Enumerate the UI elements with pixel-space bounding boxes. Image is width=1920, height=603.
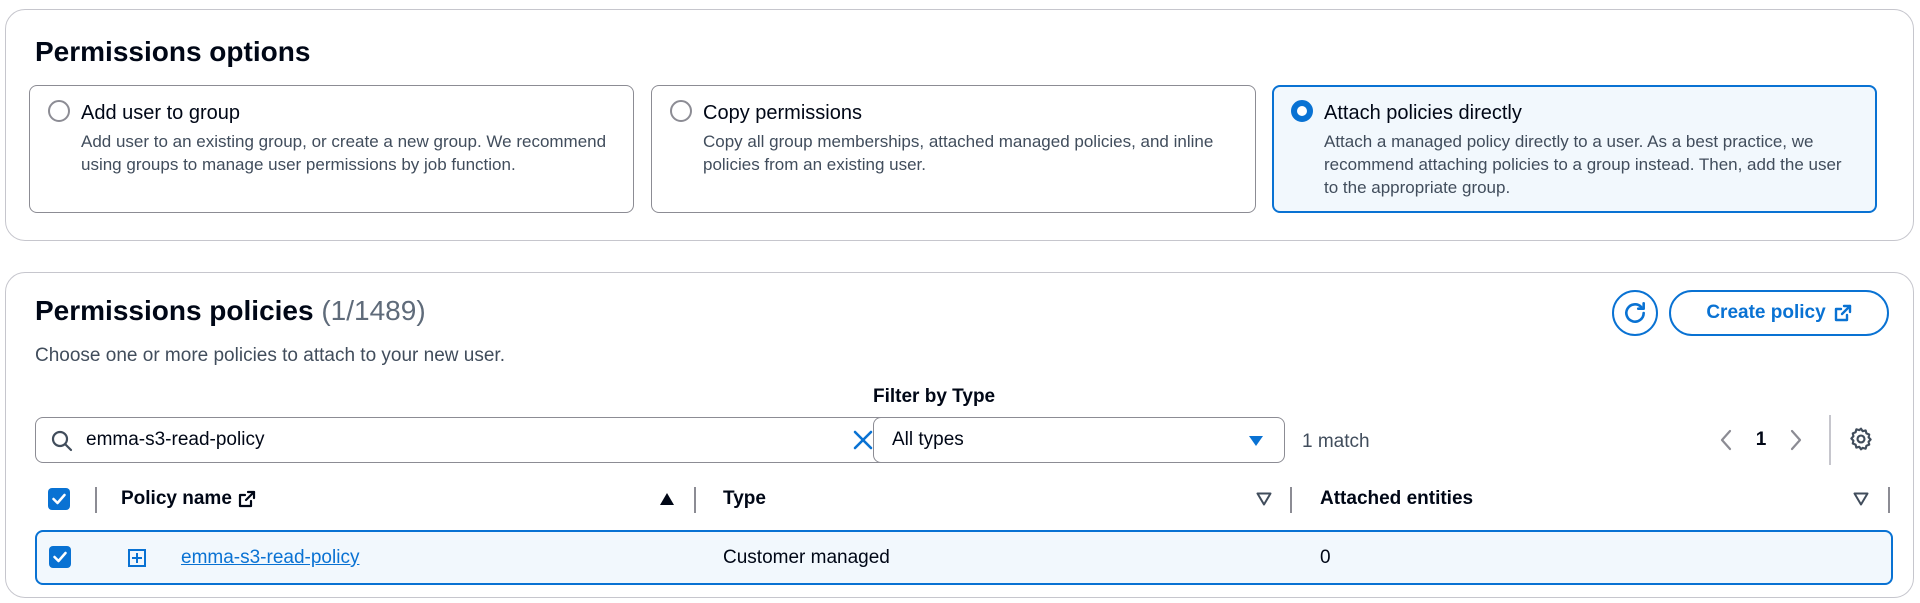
select-all-checkbox[interactable]: [48, 488, 70, 510]
gear-icon: [1850, 427, 1872, 451]
filter-by-type-label: Filter by Type: [873, 386, 996, 407]
column-divider: [1888, 487, 1890, 513]
column-divider: [95, 487, 97, 513]
sort-toggle-icon[interactable]: [1853, 492, 1869, 506]
permissions-policies-title: Permissions policies: [35, 295, 314, 326]
chevron-right-icon: [1790, 429, 1802, 451]
external-link-icon: [238, 490, 255, 508]
search-field[interactable]: [35, 417, 894, 463]
radio-copy-permissions[interactable]: [670, 100, 692, 122]
table-header: Policy name Type Attached entities: [35, 473, 1893, 525]
clear-icon[interactable]: [851, 428, 875, 452]
type-filter-select[interactable]: All types: [873, 417, 1285, 463]
attached-entities: 0: [1320, 547, 1331, 568]
preferences-button[interactable]: [1848, 426, 1874, 457]
column-header-type[interactable]: Type: [723, 488, 766, 510]
create-policy-label: Create policy: [1706, 302, 1826, 323]
create-policy-button[interactable]: Create policy: [1669, 290, 1889, 336]
option-copy-permissions[interactable]: Copy permissions Copy all group membersh…: [651, 85, 1256, 213]
search-icon: [51, 430, 73, 452]
refresh-icon: [1625, 301, 1645, 323]
option-description: Add user to an existing group, or create…: [81, 132, 607, 174]
option-title: Add user to group: [81, 102, 240, 124]
sort-toggle-icon[interactable]: [1256, 492, 1272, 506]
permissions-policies-heading: Permissions policies (1/1489): [35, 295, 426, 327]
policies-count: (1/1489): [321, 295, 426, 326]
option-description: Attach a managed policy directly to a us…: [1324, 132, 1842, 197]
option-add-user-to-group[interactable]: Add user to group Add user to an existin…: [29, 85, 634, 213]
sort-ascending-icon[interactable]: [659, 492, 675, 506]
option-attach-policies-directly[interactable]: Attach policies directly Attach a manage…: [1272, 85, 1877, 213]
checkmark-icon: [52, 493, 66, 505]
column-divider: [1290, 487, 1292, 513]
caret-down-icon: [1249, 436, 1263, 446]
page-number[interactable]: 1: [1741, 429, 1781, 451]
table-row[interactable]: emma-s3-read-policy Customer managed 0: [35, 530, 1893, 585]
external-link-icon: [1834, 304, 1851, 322]
previous-page-button[interactable]: [1711, 429, 1741, 451]
match-count: 1 match: [1302, 431, 1370, 452]
type-filter-value: All types: [892, 429, 964, 450]
chevron-left-icon: [1720, 429, 1732, 451]
next-page-button[interactable]: [1781, 429, 1811, 451]
expand-icon[interactable]: [127, 548, 147, 568]
policy-name-link[interactable]: emma-s3-read-policy: [181, 547, 359, 569]
checkmark-icon: [53, 551, 67, 563]
column-header-policy-name[interactable]: Policy name: [121, 488, 256, 510]
option-title: Copy permissions: [703, 102, 862, 124]
row-checkbox[interactable]: [49, 546, 71, 568]
permissions-policies-description: Choose one or more policies to attach to…: [35, 345, 505, 366]
option-description: Copy all group memberships, attached man…: [703, 132, 1214, 174]
column-divider: [694, 487, 696, 513]
column-header-attached-entities[interactable]: Attached entities: [1320, 488, 1473, 510]
pagination: 1: [1711, 420, 1811, 460]
policy-type: Customer managed: [723, 547, 890, 568]
permissions-options-heading: Permissions options: [35, 36, 311, 67]
option-title: Attach policies directly: [1324, 102, 1522, 124]
column-title: Policy name: [121, 488, 232, 509]
refresh-button[interactable]: [1612, 290, 1658, 336]
pager-divider: [1829, 415, 1831, 465]
radio-attach-policies-directly[interactable]: [1291, 100, 1313, 122]
permissions-policies-panel: Permissions policies (1/1489) Choose one…: [5, 272, 1914, 598]
search-input[interactable]: [86, 426, 826, 454]
permissions-options-panel: Permissions options Add user to group Ad…: [5, 9, 1914, 241]
radio-add-user-to-group[interactable]: [48, 100, 70, 122]
